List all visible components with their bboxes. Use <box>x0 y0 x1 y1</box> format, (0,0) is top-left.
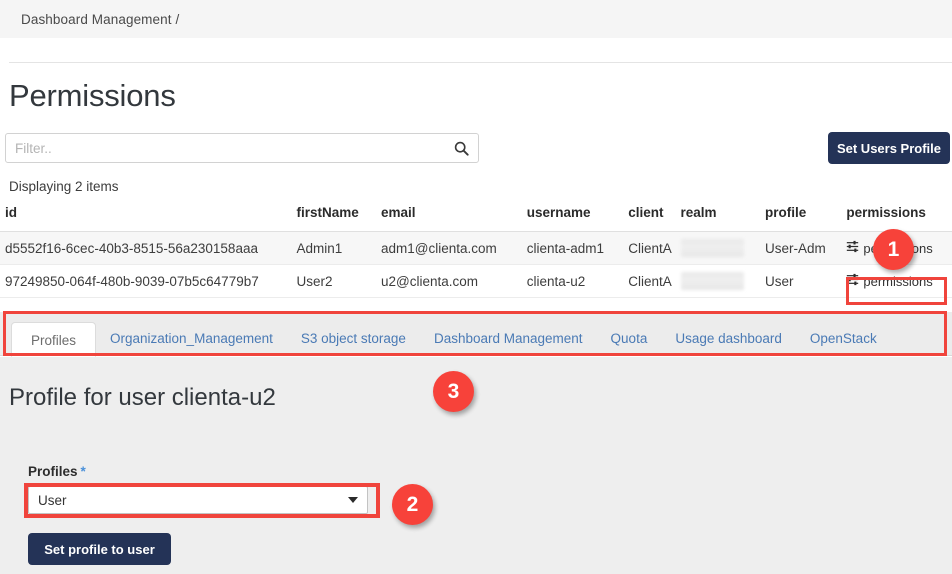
cell-firstname: User2 <box>297 265 381 298</box>
tab-openstack[interactable]: OpenStack <box>796 321 891 356</box>
tab-profiles[interactable]: Profiles <box>11 322 96 357</box>
header-divider <box>9 62 952 63</box>
filter-field[interactable] <box>5 133 479 163</box>
sliders-icon <box>846 240 859 256</box>
cell-firstname: Admin1 <box>297 232 381 265</box>
annotation-badge-3: 3 <box>433 371 474 412</box>
cell-realm <box>681 232 765 265</box>
set-profile-to-user-button[interactable]: Set profile to user <box>28 533 171 565</box>
column-header-firstname[interactable]: firstName <box>297 205 381 232</box>
cell-profile: User-Adm <box>765 232 846 265</box>
column-header-realm[interactable]: realm <box>681 205 765 232</box>
chevron-down-icon[interactable] <box>348 497 358 503</box>
page-title: Permissions <box>9 78 176 114</box>
cell-id: 97249850-064f-480b-9039-07b5c64779b7 <box>0 265 297 298</box>
cell-client: ClientA <box>628 232 680 265</box>
profiles-select[interactable]: User <box>28 486 368 514</box>
search-input[interactable] <box>6 134 448 162</box>
cell-username: clienta-adm1 <box>527 232 629 265</box>
tab-organization-management[interactable]: Organization_Management <box>96 321 287 356</box>
cell-realm <box>681 265 765 298</box>
permissions-link-label: permissions <box>863 274 932 289</box>
table-row[interactable]: d5552f16-6cec-40b3-8515-56a230158aaa Adm… <box>0 232 952 265</box>
column-header-email[interactable]: email <box>381 205 527 232</box>
redacted-value <box>681 239 744 257</box>
column-header-id[interactable]: id <box>0 205 297 232</box>
cell-email: adm1@clienta.com <box>381 232 527 265</box>
cell-username: clienta-u2 <box>527 265 629 298</box>
tab-quota[interactable]: Quota <box>597 321 662 356</box>
profiles-field-label: Profiles* <box>28 464 86 479</box>
cell-email: u2@clienta.com <box>381 265 527 298</box>
profiles-field-label-text: Profiles <box>28 464 78 479</box>
column-header-username[interactable]: username <box>527 205 629 232</box>
breadcrumb-bar: Dashboard Management / <box>0 0 952 38</box>
permissions-page: Dashboard Management / Permissions Set U… <box>0 0 952 574</box>
tab-dashboard-management[interactable]: Dashboard Management <box>420 321 597 356</box>
search-icon[interactable] <box>448 134 474 162</box>
profile-form-heading: Profile for user clienta-u2 <box>9 384 276 412</box>
tab-usage-dashboard[interactable]: Usage dashboard <box>661 321 796 356</box>
profiles-select-value: User <box>38 493 348 508</box>
profile-form-panel: Profile for user clienta-u2 Profiles* Us… <box>0 357 952 574</box>
column-header-profile[interactable]: profile <box>765 205 846 232</box>
list-status: Displaying 2 items <box>9 179 119 194</box>
breadcrumb[interactable]: Dashboard Management / <box>21 12 179 27</box>
redacted-value <box>681 272 744 290</box>
permissions-link[interactable]: permissions <box>846 273 932 289</box>
column-header-permissions[interactable]: permissions <box>846 205 952 232</box>
cell-permissions[interactable]: permissions <box>846 265 952 298</box>
cell-profile: User <box>765 265 846 298</box>
cell-client: ClientA <box>628 265 680 298</box>
table-row[interactable]: 97249850-064f-480b-9039-07b5c64779b7 Use… <box>0 265 952 298</box>
cell-id: d5552f16-6cec-40b3-8515-56a230158aaa <box>0 232 297 265</box>
table-header-row: id firstName email username client realm… <box>0 205 952 232</box>
permissions-table: id firstName email username client realm… <box>0 205 952 298</box>
column-header-client[interactable]: client <box>628 205 680 232</box>
annotation-badge-2: 2 <box>392 484 433 525</box>
tab-s3-object-storage[interactable]: S3 object storage <box>287 321 420 356</box>
annotation-badge-1: 1 <box>873 229 914 270</box>
tab-bar: Profiles Organization_Management S3 obje… <box>0 312 952 356</box>
set-users-profile-button[interactable]: Set Users Profile <box>828 132 950 164</box>
sliders-icon <box>846 273 859 289</box>
required-marker: * <box>81 464 86 479</box>
